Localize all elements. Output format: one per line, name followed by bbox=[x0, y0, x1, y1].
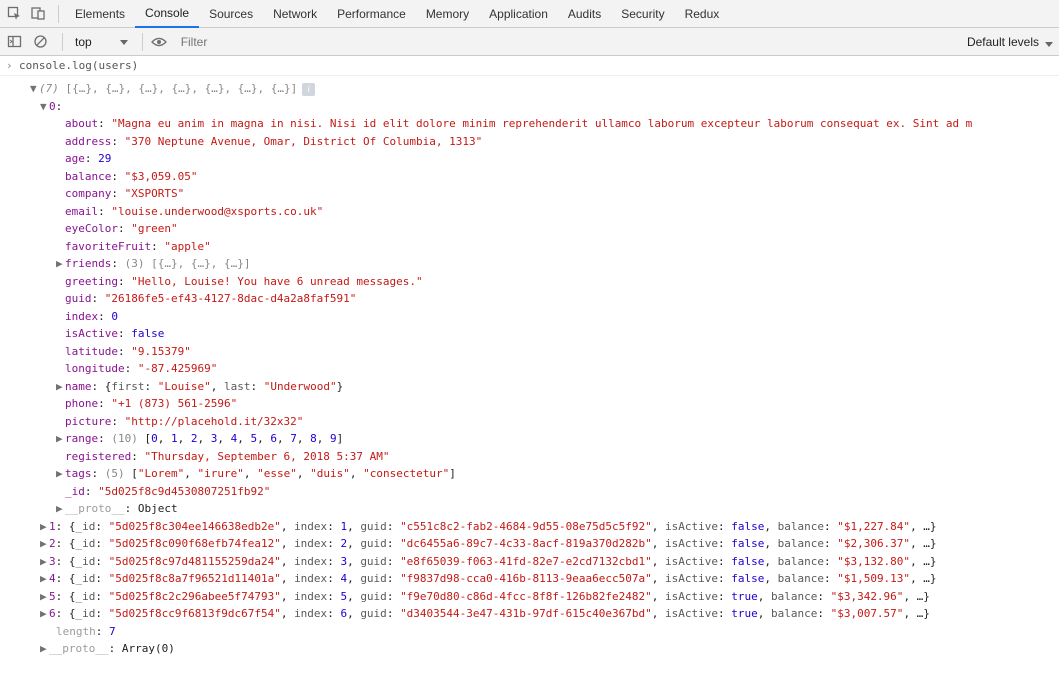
prop-registered[interactable]: registered: "Thursday, September 6, 2018… bbox=[6, 448, 1053, 466]
prop-latitude[interactable]: latitude: "9.15379" bbox=[6, 343, 1053, 361]
console-output: ▼(7) [{…}, {…}, {…}, {…}, {…}, {…}, {…}]… bbox=[0, 76, 1059, 668]
index-row[interactable]: ▶5: {_id: "5d025f8c2c296abee5f74793", in… bbox=[6, 588, 1053, 606]
command-text: console.log(users) bbox=[19, 59, 138, 72]
prop-longitude[interactable]: longitude: "-87.425969" bbox=[6, 360, 1053, 378]
prop-company[interactable]: company: "XSPORTS" bbox=[6, 185, 1053, 203]
tab-performance[interactable]: Performance bbox=[327, 1, 416, 27]
prop-about[interactable]: about: "Magna eu anim in magna in nisi. … bbox=[6, 115, 1053, 133]
console-input-echo: › console.log(users) bbox=[0, 56, 1059, 76]
tab-audits[interactable]: Audits bbox=[558, 1, 611, 27]
array-summary[interactable]: ▼(7) [{…}, {…}, {…}, {…}, {…}, {…}, {…}]… bbox=[6, 80, 1053, 98]
expand-toggle[interactable]: ▶ bbox=[40, 553, 49, 571]
index-row[interactable]: ▶1: {_id: "5d025f8c304ee146638edb2e", in… bbox=[6, 518, 1053, 536]
sidebar-toggle-icon[interactable] bbox=[4, 32, 24, 52]
expand-toggle[interactable]: ▶ bbox=[40, 640, 49, 658]
array-count: (7) [{…}, {…}, {…}, {…}, {…}, {…}, {…}] bbox=[39, 82, 297, 95]
prop-id[interactable]: _id: "5d025f8c9d4530807251fb92" bbox=[6, 483, 1053, 501]
prop-index[interactable]: index: 0 bbox=[6, 308, 1053, 326]
tab-network[interactable]: Network bbox=[263, 1, 327, 27]
expand-toggle[interactable]: ▶ bbox=[40, 518, 49, 536]
expand-toggle[interactable]: ▶ bbox=[56, 378, 65, 396]
prop-range[interactable]: ▶range: (10) [0, 1, 2, 3, 4, 5, 6, 7, 8,… bbox=[6, 430, 1053, 448]
expand-toggle[interactable]: ▼ bbox=[30, 80, 39, 98]
tab-console[interactable]: Console bbox=[135, 0, 199, 28]
tab-elements[interactable]: Elements bbox=[65, 1, 135, 27]
expand-toggle[interactable]: ▶ bbox=[56, 500, 65, 518]
devtools-tabbar: Elements Console Sources Network Perform… bbox=[0, 0, 1059, 28]
prop-balance[interactable]: balance: "$3,059.05" bbox=[6, 168, 1053, 186]
index-row[interactable]: ▶2: {_id: "5d025f8c090f68efb74fea12", in… bbox=[6, 535, 1053, 553]
log-levels-selector[interactable]: Default levels bbox=[961, 35, 1055, 49]
prop-guid[interactable]: guid: "26186fe5-ef43-4127-8dac-d4a2a8faf… bbox=[6, 290, 1053, 308]
context-selector[interactable]: top bbox=[69, 33, 132, 51]
expand-toggle[interactable]: ▼ bbox=[40, 98, 49, 116]
console-toolbar: top Default levels bbox=[0, 28, 1059, 56]
expand-toggle[interactable]: ▶ bbox=[56, 255, 65, 273]
prop-email[interactable]: email: "louise.underwood@xsports.co.uk" bbox=[6, 203, 1053, 221]
tab-memory[interactable]: Memory bbox=[416, 1, 479, 27]
chevron-right-icon: › bbox=[6, 59, 16, 72]
divider bbox=[142, 33, 143, 51]
expand-toggle[interactable]: ▶ bbox=[40, 570, 49, 588]
expand-toggle[interactable]: ▶ bbox=[56, 430, 65, 448]
prop-friends[interactable]: ▶friends: (3) [{…}, {…}, {…}] bbox=[6, 255, 1053, 273]
tab-sources[interactable]: Sources bbox=[199, 1, 263, 27]
expand-toggle[interactable]: ▶ bbox=[40, 605, 49, 623]
expand-toggle[interactable]: ▶ bbox=[56, 465, 65, 483]
prop-greeting[interactable]: greeting: "Hello, Louise! You have 6 unr… bbox=[6, 273, 1053, 291]
prop-isactive[interactable]: isActive: false bbox=[6, 325, 1053, 343]
array-length[interactable]: length: 7 bbox=[6, 623, 1053, 641]
device-toggle-icon[interactable] bbox=[28, 4, 48, 24]
index-row[interactable]: ▶3: {_id: "5d025f8c97d481155259da24", in… bbox=[6, 553, 1053, 571]
divider bbox=[58, 5, 59, 23]
prop-tags[interactable]: ▶tags: (5) ["Lorem", "irure", "esse", "d… bbox=[6, 465, 1053, 483]
prop-picture[interactable]: picture: "http://placehold.it/32x32" bbox=[6, 413, 1053, 431]
inspect-icon[interactable] bbox=[4, 4, 24, 24]
live-expression-icon[interactable] bbox=[149, 32, 169, 52]
index-0-header[interactable]: ▼0: bbox=[6, 98, 1053, 116]
array-proto[interactable]: ▶__proto__: Array(0) bbox=[6, 640, 1053, 658]
index-row[interactable]: ▶4: {_id: "5d025f8c8a7f96521d11401a", in… bbox=[6, 570, 1053, 588]
prop-favoritefruit[interactable]: favoriteFruit: "apple" bbox=[6, 238, 1053, 256]
expand-toggle[interactable]: ▶ bbox=[40, 588, 49, 606]
prop-age[interactable]: age: 29 bbox=[6, 150, 1053, 168]
tab-application[interactable]: Application bbox=[479, 1, 558, 27]
prop-proto[interactable]: ▶__proto__: Object bbox=[6, 500, 1053, 518]
index-row[interactable]: ▶6: {_id: "5d025f8cc9f6813f9dc67f54", in… bbox=[6, 605, 1053, 623]
filter-input[interactable] bbox=[175, 33, 961, 51]
expand-toggle[interactable]: ▶ bbox=[40, 535, 49, 553]
prop-name[interactable]: ▶name: {first: "Louise", last: "Underwoo… bbox=[6, 378, 1053, 396]
info-icon[interactable]: i bbox=[302, 83, 315, 96]
prop-phone[interactable]: phone: "+1 (873) 561-2596" bbox=[6, 395, 1053, 413]
prop-eyecolor[interactable]: eyeColor: "green" bbox=[6, 220, 1053, 238]
prop-address[interactable]: address: "370 Neptune Avenue, Omar, Dist… bbox=[6, 133, 1053, 151]
clear-console-icon[interactable] bbox=[30, 32, 50, 52]
tab-security[interactable]: Security bbox=[611, 1, 674, 27]
tab-redux[interactable]: Redux bbox=[675, 1, 730, 27]
divider bbox=[62, 33, 63, 51]
